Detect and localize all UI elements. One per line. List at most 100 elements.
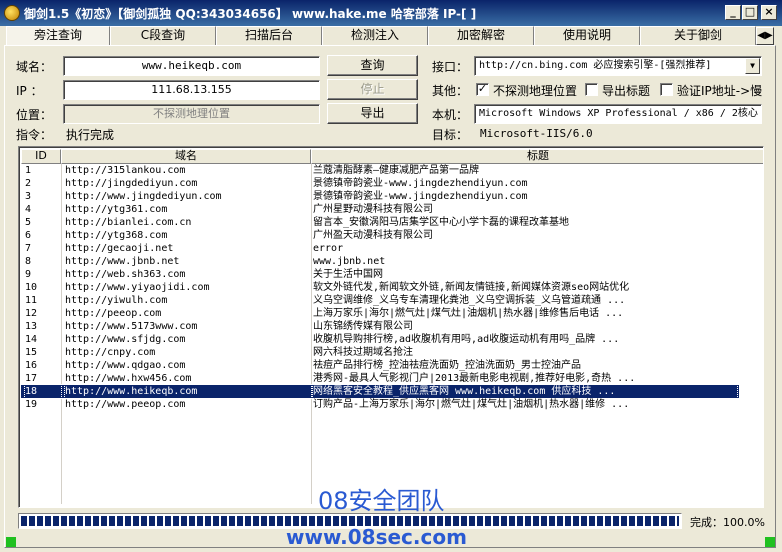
location-input[interactable]: 不探测地理位置 [63, 104, 320, 124]
verify-ip-label: 验证IP地址->慢 [677, 84, 763, 98]
local-info-field[interactable]: Microsoft Windows XP Professional / x86 … [474, 104, 762, 124]
row-domain-cell: http://ytg368.com [65, 230, 168, 241]
row-domain-cell: http://gecaoji.net [65, 243, 174, 254]
minimize-button[interactable]: _ [725, 5, 741, 20]
row-domain-cell: http://www.qdgao.com [65, 360, 186, 371]
ip-input[interactable]: 111.68.13.155 [63, 80, 320, 100]
table-row[interactable]: 15 http://cnpy.com 网六科技过期域名抢注 [21, 346, 739, 359]
row-title-cell: 兰蔻清脂酵素—健康减肥产品第一品牌 [313, 165, 480, 176]
table-row[interactable]: 1 http://315lankou.com 兰蔻清脂酵素—健康减肥产品第一品牌 [21, 164, 739, 177]
maximize-button[interactable]: □ [742, 5, 758, 20]
row-domain-cell: http://jingdediyun.com [65, 178, 198, 189]
command-label: 指令： [16, 128, 53, 142]
column-header-title[interactable]: 标题 [311, 149, 763, 164]
domain-input[interactable]: www.heikeqb.com [63, 56, 320, 76]
table-row[interactable]: 7 http://gecaoji.net error [21, 242, 739, 255]
row-title-cell: 上海万家乐|海尔|燃气灶|煤气灶|油烟机|热水器|维修售后电话 ... [313, 308, 624, 319]
local-label: 本机： [432, 108, 469, 122]
export-title-checkbox[interactable] [585, 83, 598, 96]
row-domain-cell: http://www.jbnb.net [65, 256, 180, 267]
row-id-cell: 8 [25, 256, 32, 267]
row-id-cell: 10 [25, 282, 38, 293]
row-id-cell: 15 [25, 347, 38, 358]
row-domain-cell: http://315lankou.com [65, 165, 186, 176]
row-domain-cell: http://www.heikeqb.com [64, 384, 312, 399]
row-title-cell: 景德镇帝韵瓷业-www.jingdezhendiyun.com [313, 191, 528, 202]
table-row[interactable]: 19 http://www.peeop.com 订购产品-上海万家乐|海尔|燃气灶|… [21, 398, 739, 411]
watermark-team: 08安全团队 [318, 487, 445, 515]
verify-ip-checkbox[interactable] [660, 83, 673, 96]
status-indicator-right [765, 537, 775, 547]
row-title-cell: 软文外链代发,新闻软文外链,新闻友情链接,新闻媒体资源seo网站优化 [313, 282, 630, 293]
no-geo-checkbox[interactable]: ✓ [476, 83, 489, 96]
title-bar: 御剑1.5《初恋》【御剑孤独 QQ:343034656】 www.hake.me… [0, 0, 782, 26]
column-header-id[interactable]: ID [21, 149, 61, 164]
results-table[interactable]: ID 域名 标题 1 http://315lankou.com 兰蔻清脂酵素—健康减… [18, 146, 764, 508]
column-header-domain[interactable]: 域名 [61, 149, 311, 164]
tab-about[interactable]: 关于御剑 [640, 26, 756, 46]
row-id-cell: 14 [25, 334, 38, 345]
row-id-cell: 17 [25, 373, 38, 384]
row-domain-cell: http://www.yiyaojidi.com [65, 282, 210, 293]
row-title-cell: 订购产品-上海万家乐|海尔|燃气灶|煤气灶|油烟机|热水器|维修 ... [313, 399, 630, 410]
row-id-cell: 18 [24, 384, 62, 399]
row-title-cell: 港秀网-最具人气影视门户|2013最新电影电视剧,推荐好电影,奇热 ... [313, 373, 636, 384]
stop-button[interactable]: 停止 [327, 79, 418, 100]
row-id-cell: 6 [25, 230, 32, 241]
table-row[interactable]: 14 http://www.sfjdg.com 收腹机导购排行榜,ad收腹机有用吗,… [21, 333, 739, 346]
chevron-down-icon[interactable]: ▼ [745, 58, 760, 74]
row-title-cell: 景德镇帝韵瓷业-www.jingdezhendiyun.com [313, 178, 528, 189]
status-indicator-left [6, 537, 16, 547]
tab-c-segment[interactable]: C段查询 [110, 26, 216, 46]
tab-crypto[interactable]: 加密解密 [428, 26, 534, 46]
row-domain-cell: http://cnpy.com [65, 347, 156, 358]
table-row[interactable]: 16 http://www.qdgao.com 祛痘产品排行榜_控油祛痘洗面奶_控油… [21, 359, 739, 372]
row-domain-cell: http://www.hxw456.com [65, 373, 192, 384]
row-id-cell: 5 [25, 217, 32, 228]
tab-injection[interactable]: 检测注入 [322, 26, 428, 46]
row-id-cell: 1 [25, 165, 32, 176]
table-row[interactable]: 12 http://peeop.com 上海万家乐|海尔|燃气灶|煤气灶|油烟机|热… [21, 307, 739, 320]
row-title-cell: 留言本_安徽涡阳马店集学区中心小学卞磊的课程改革基地 [313, 217, 570, 228]
tab-scroll-arrows[interactable]: ◀▶ [756, 27, 774, 45]
watermark-url: www.08sec.com [286, 525, 467, 549]
tab-help[interactable]: 使用说明 [534, 26, 640, 46]
table-row[interactable]: 11 http://yiwulh.com 义乌空调维修_义乌专车清理化粪池_义乌空调… [21, 294, 739, 307]
interface-value: http://cn.bing.com 必应搜索引擎-[强烈推荐] [479, 60, 712, 71]
query-button[interactable]: 查询 [327, 55, 418, 76]
row-id-cell: 13 [25, 321, 38, 332]
table-row[interactable]: 2 http://jingdediyun.com 景德镇帝韵瓷业-www.jingd… [21, 177, 739, 190]
table-header: ID 域名 标题 [21, 149, 763, 164]
ip-label: IP ： [16, 84, 43, 98]
row-title-cell: 网六科技过期域名抢注 [313, 347, 413, 358]
other-label: 其他： [432, 84, 469, 98]
row-id-cell: 3 [25, 191, 32, 202]
close-button[interactable]: × [761, 5, 777, 20]
row-title-cell: 广州星野动漫科技有限公司 [313, 204, 433, 215]
command-status: 执行完成 [66, 128, 115, 142]
row-id-cell: 19 [25, 399, 38, 410]
row-title-cell: 网络黑客安全教程_供应黑客网 www.heikeqb.com 供应科技 ... [312, 384, 738, 399]
row-title-cell: 广州盈天动漫科技有限公司 [313, 230, 433, 241]
export-button[interactable]: 导出 [327, 103, 418, 124]
table-row[interactable]: 5 http://bianlei.com.cn 留言本_安徽涡阳马店集学区中心小学卞… [21, 216, 739, 229]
row-id-cell: 16 [25, 360, 38, 371]
table-row[interactable]: 4 http://ytg361.com 广州星野动漫科技有限公司 [21, 203, 739, 216]
table-row[interactable]: 10 http://www.yiyaojidi.com 软文外链代发,新闻软文外链,… [21, 281, 739, 294]
row-domain-cell: http://peeop.com [65, 308, 162, 319]
interface-select[interactable]: http://cn.bing.com 必应搜索引擎-[强烈推荐] ▼ [474, 56, 762, 76]
table-row[interactable]: 8 http://www.jbnb.net www.jbnb.net [21, 255, 739, 268]
row-domain-cell: http://web.sh363.com [65, 269, 186, 280]
row-title-cell: error [313, 243, 344, 254]
row-id-cell: 11 [25, 295, 38, 306]
window-title: 御剑1.5《初恋》【御剑孤独 QQ:343034656】 www.hake.me… [24, 7, 477, 21]
table-row[interactable]: 18 http://www.heikeqb.com 网络黑客安全教程_供应黑客网 w… [21, 384, 739, 399]
table-row[interactable]: 17 http://www.hxw456.com 港秀网-最具人气影视门户|2013… [21, 372, 739, 385]
table-row[interactable]: 9 http://web.sh363.com 关于生活中国网 [21, 268, 739, 281]
tab-scan-admin[interactable]: 扫描后台 [216, 26, 322, 46]
table-row[interactable]: 13 http://www.5173www.com 山东锦绣传媒有限公司 [21, 320, 739, 333]
table-row[interactable]: 6 http://ytg368.com 广州盈天动漫科技有限公司 [21, 229, 739, 242]
tab-side-query[interactable]: 旁注查询 [6, 26, 110, 46]
row-title-cell: 收腹机导购排行榜,ad收腹机有用吗,ad收腹运动机有用吗_品牌 ... [313, 334, 620, 345]
table-row[interactable]: 3 http://www.jingdediyun.com 景德镇帝韵瓷业-www.j… [21, 190, 739, 203]
